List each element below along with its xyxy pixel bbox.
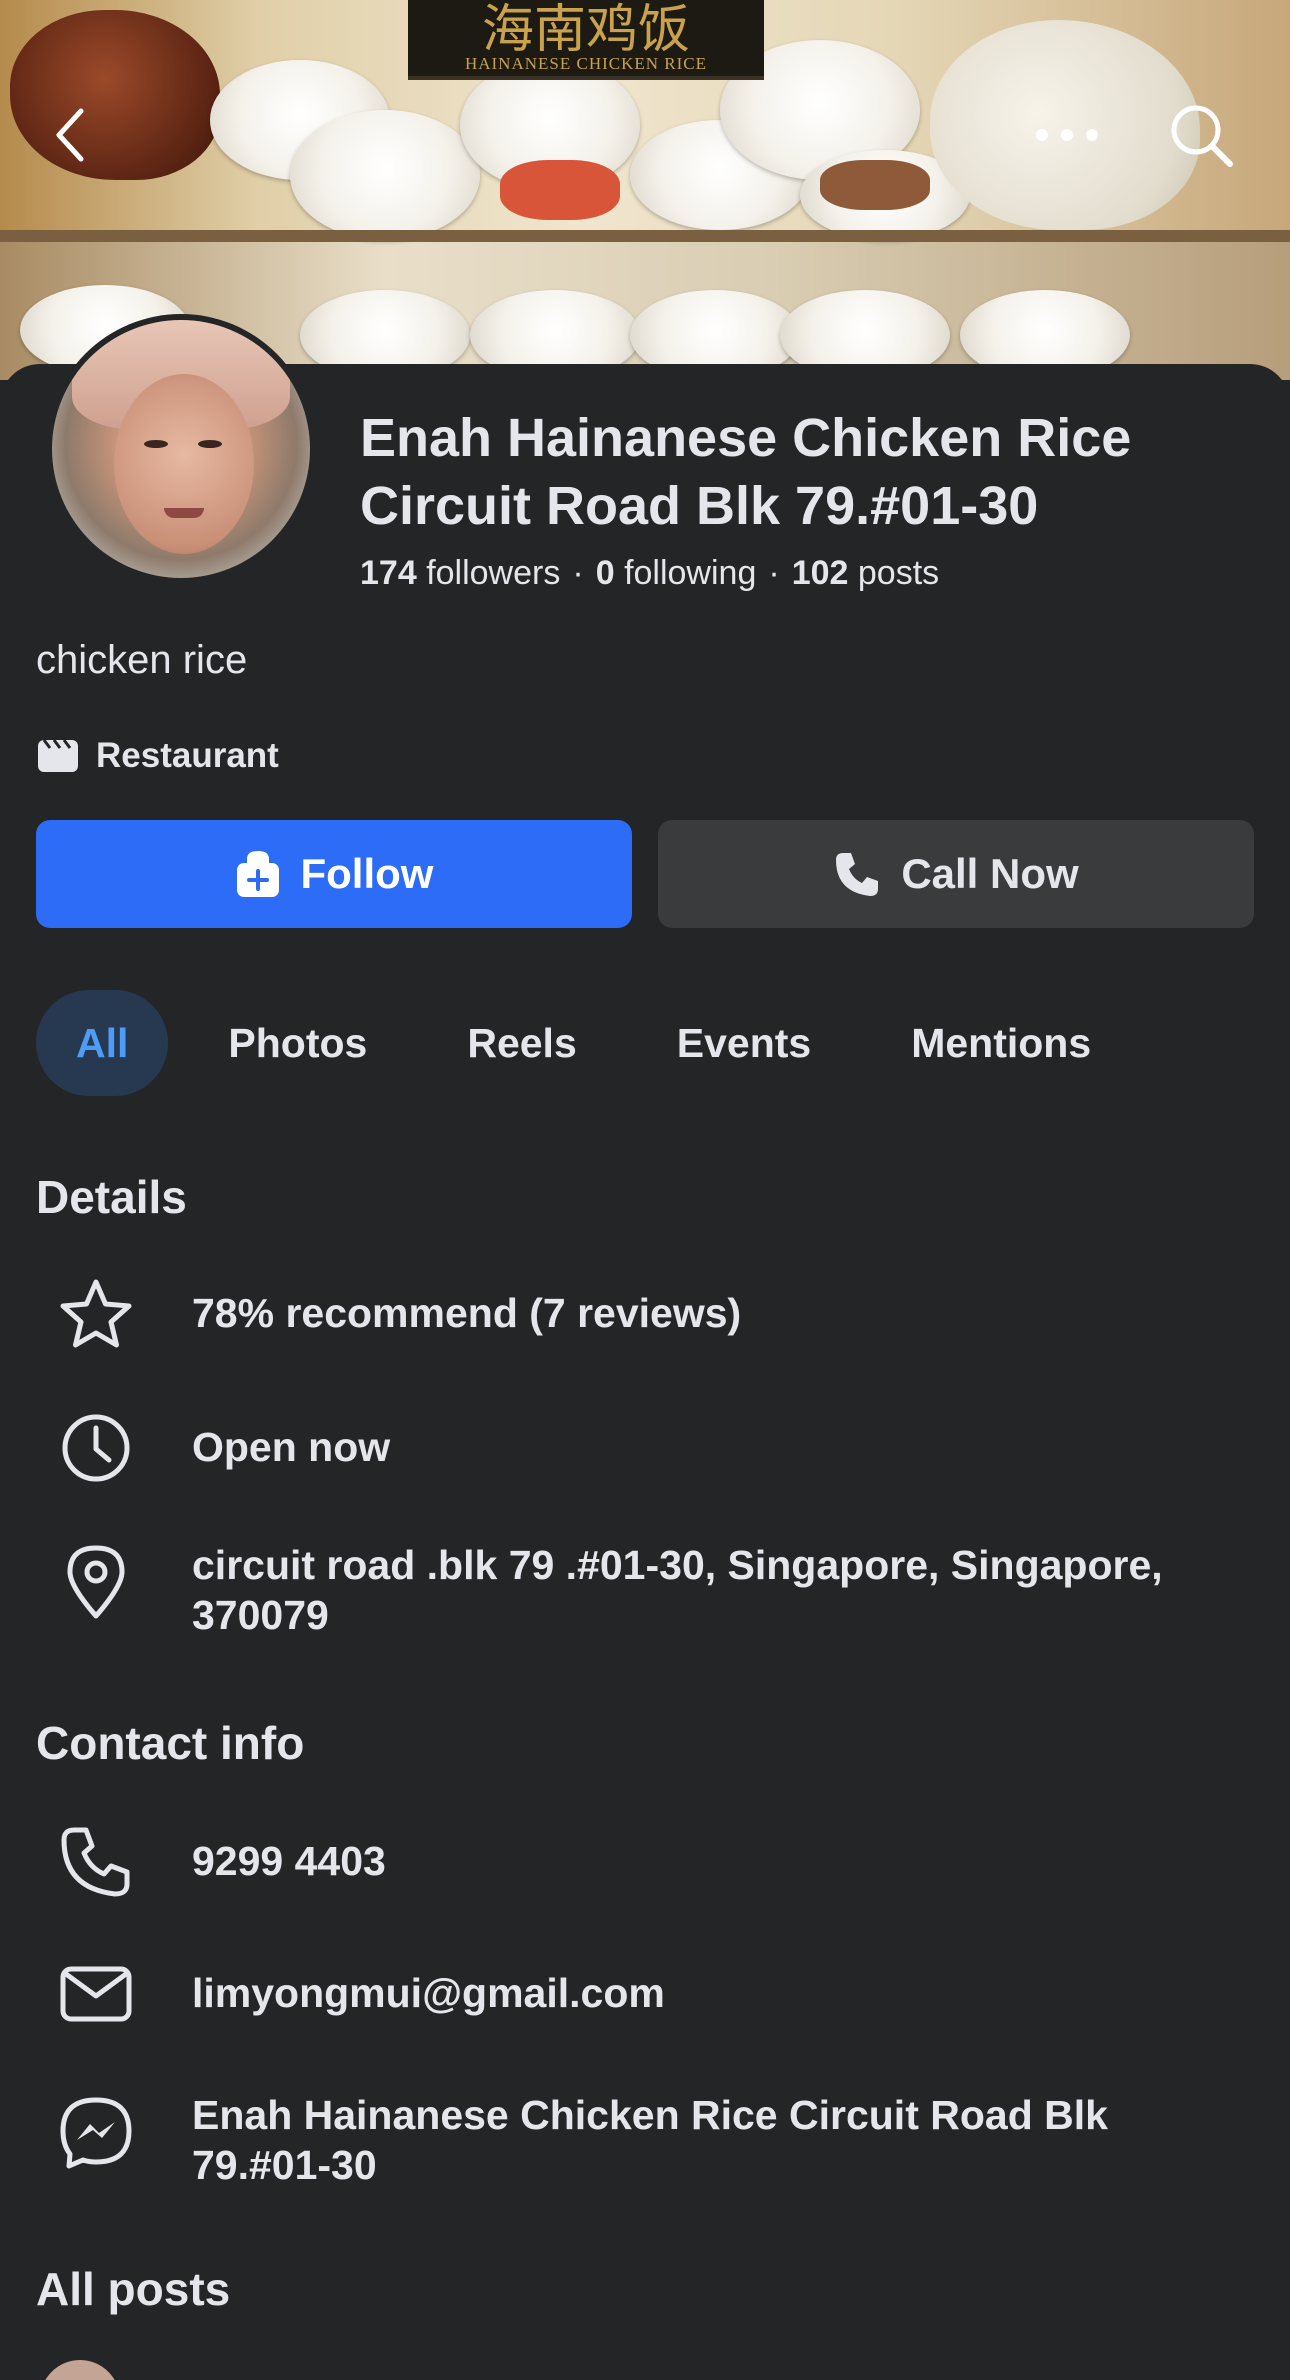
followers-stat[interactable]: 174 followers <box>360 554 560 592</box>
rating-text: 78% recommend (7 reviews) <box>192 1290 742 1336</box>
address-text: circuit road .blk 79 .#01-30, Singapore,… <box>192 1542 1163 1638</box>
search-icon <box>1171 105 1233 167</box>
sign-english-text: HAINANESE CHICKEN RICE <box>464 54 708 73</box>
phone-icon <box>833 850 881 898</box>
rating-row[interactable]: 78% recommend (7 reviews) <box>36 1278 1256 1350</box>
avatar-eye <box>144 440 168 448</box>
follow-label: Follow <box>300 850 434 897</box>
profile-tabs: All Photos Reels Events Mentions <box>36 990 1151 1096</box>
page-title: Enah Hainanese Chicken Rice Circuit Road… <box>360 408 1132 536</box>
all-posts-heading: All posts <box>36 2263 231 2315</box>
tab-events[interactable]: Events <box>637 990 851 1096</box>
back-button[interactable] <box>36 100 106 170</box>
messenger-icon <box>60 2097 132 2169</box>
tab-mentions[interactable]: Mentions <box>871 990 1131 1096</box>
following-label: following <box>624 554 757 592</box>
tab-all[interactable]: All <box>36 990 169 1096</box>
phone-row[interactable]: 9299 4403 <box>36 1826 1256 1898</box>
phone-number-text: 9299 4403 <box>192 1838 386 1884</box>
phone-icon <box>61 1827 130 1897</box>
mail-icon <box>60 1966 132 2022</box>
star-icon <box>60 1279 132 1348</box>
more-horizontal-icon <box>1036 129 1098 141</box>
clock-icon <box>62 1414 130 1482</box>
avatar-face <box>114 374 254 554</box>
messenger-row[interactable]: Enah Hainanese Chicken Rice Circuit Road… <box>36 2090 1256 2190</box>
stat-separator: · <box>572 554 584 592</box>
profile-stats: 174 followers · 0 following · 102 posts <box>360 554 939 593</box>
char-siu-food <box>500 160 620 220</box>
followers-count: 174 <box>360 554 417 592</box>
chevron-left-icon <box>56 108 84 162</box>
sign-chinese-text: 海南鸡饭 <box>481 0 690 60</box>
avatar-eye <box>198 440 222 448</box>
avatar-photo <box>52 320 310 578</box>
email-row[interactable]: limyongmui@gmail.com <box>36 1966 1256 2022</box>
posts-count: 102 <box>791 554 849 592</box>
search-button[interactable] <box>1166 100 1236 170</box>
food-item <box>820 160 930 210</box>
page-category: Restaurant <box>36 736 279 776</box>
follow-button[interactable]: Follow <box>36 820 632 928</box>
stat-separator: · <box>768 554 780 592</box>
shop-signboard: 海南鸡饭 HAINANESE CHICKEN RICE <box>408 0 764 80</box>
call-now-button[interactable]: Call Now <box>658 820 1254 928</box>
page-bio: chicken rice <box>36 638 248 682</box>
following-count: 0 <box>595 554 615 592</box>
location-pin-icon <box>67 1545 125 1619</box>
details-heading: Details <box>36 1171 187 1223</box>
clapperboard-icon <box>38 739 78 772</box>
followers-label: followers <box>426 554 561 592</box>
food-plate <box>290 110 480 240</box>
hours-row[interactable]: Open now <box>36 1412 1256 1484</box>
avatar-mouth <box>164 508 204 518</box>
email-text: limyongmui@gmail.com <box>192 1970 665 2016</box>
tab-reels[interactable]: Reels <box>427 990 616 1096</box>
hours-text: Open now <box>192 1424 391 1470</box>
menu-divider <box>0 230 1290 242</box>
more-options-button[interactable] <box>1032 100 1102 170</box>
following-stat[interactable]: 0 following <box>596 554 757 592</box>
address-row[interactable]: circuit road .blk 79 .#01-30, Singapore,… <box>36 1540 1256 1640</box>
call-now-label: Call Now <box>901 850 1079 897</box>
posts-label: posts <box>857 554 940 592</box>
posts-stat[interactable]: 102 posts <box>792 554 939 592</box>
messenger-text: Enah Hainanese Chicken Rice Circuit Road… <box>192 2092 1108 2188</box>
follow-icon <box>235 849 281 899</box>
contact-heading: Contact info <box>36 1717 305 1769</box>
profile-avatar[interactable] <box>46 314 316 584</box>
tab-photos[interactable]: Photos <box>188 990 407 1096</box>
category-label: Restaurant <box>96 736 279 775</box>
